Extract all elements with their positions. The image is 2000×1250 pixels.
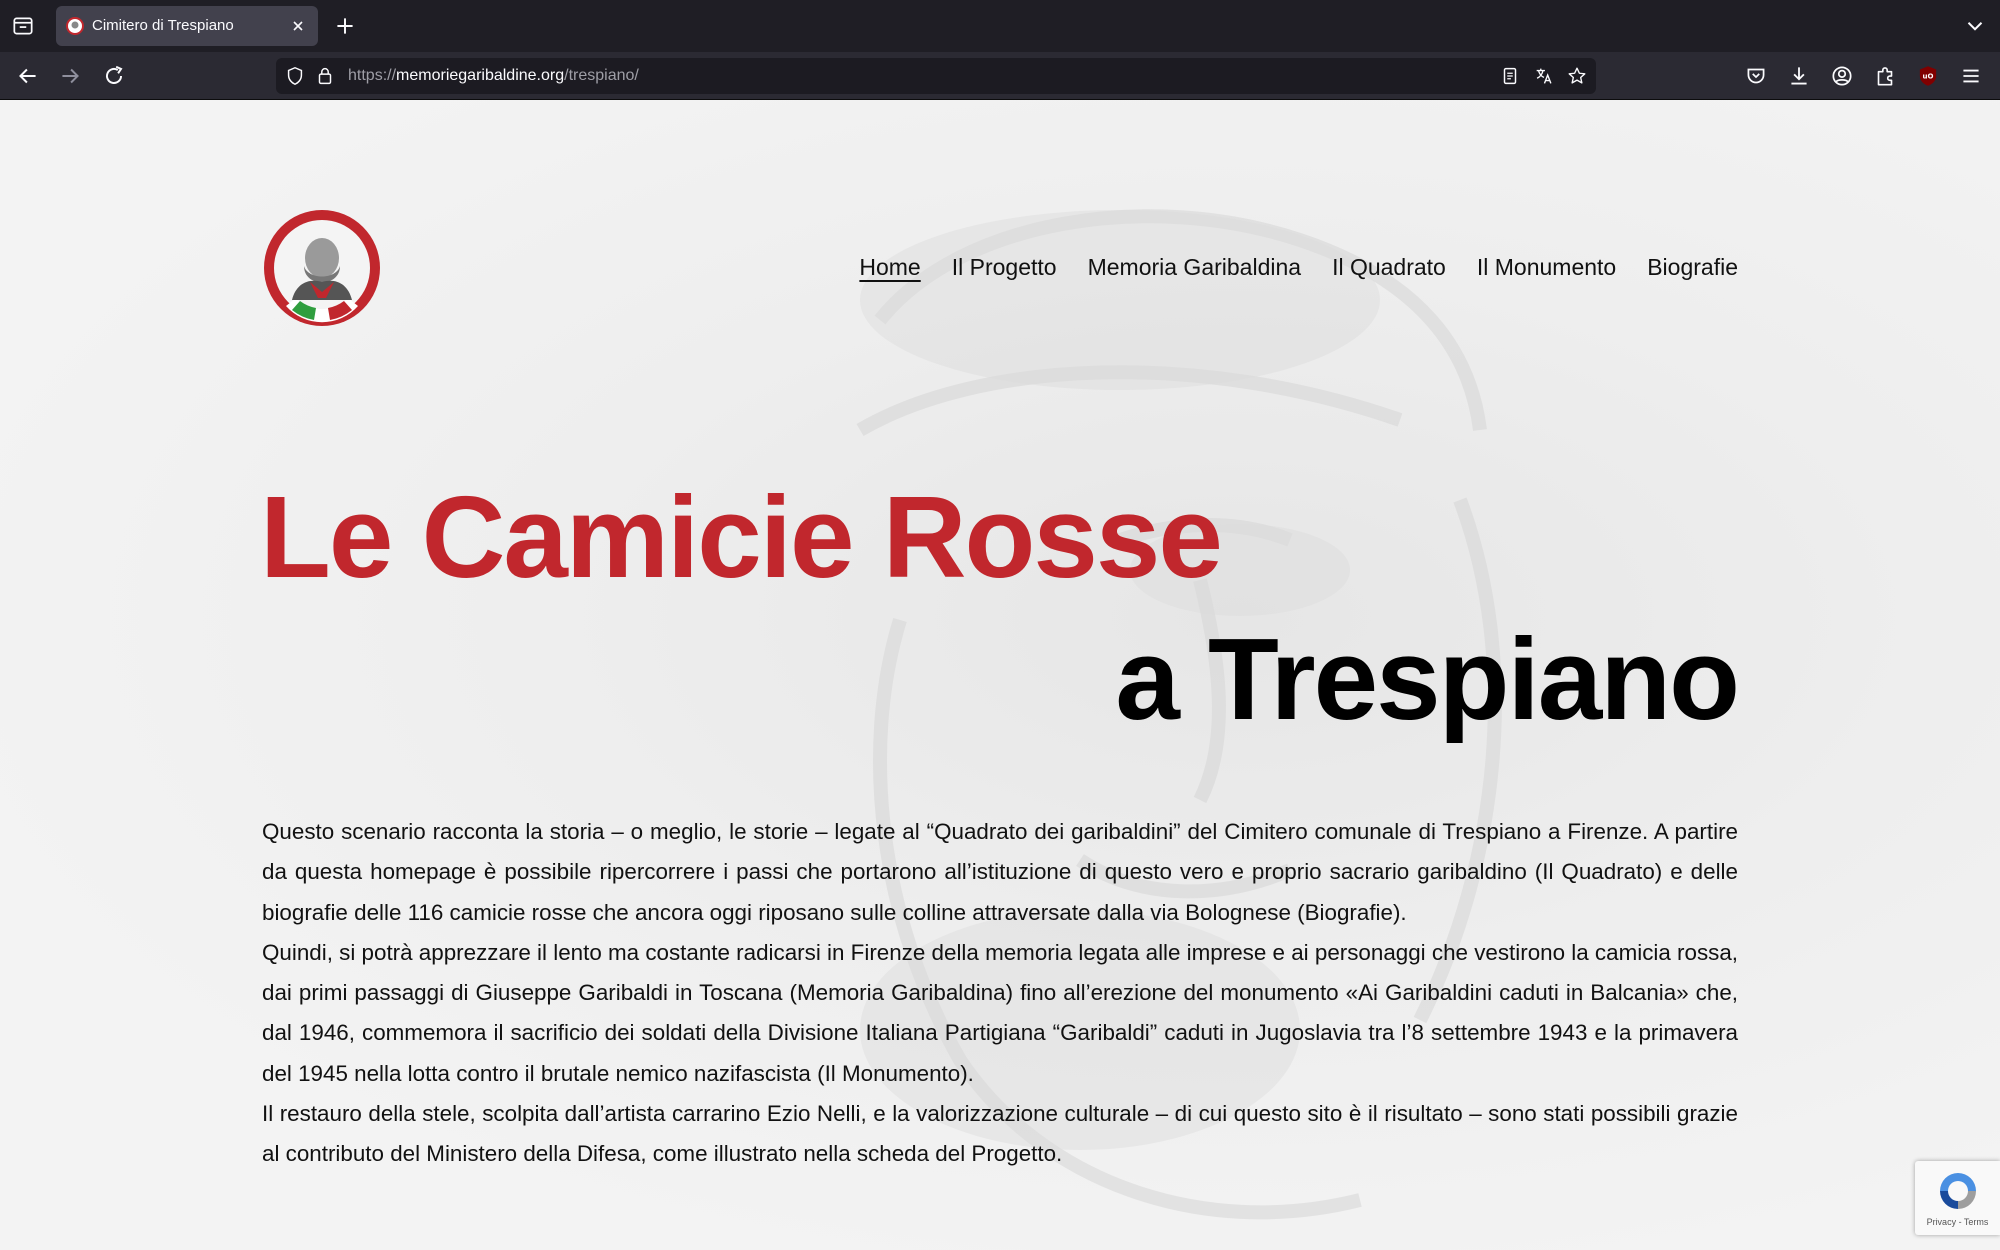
recaptcha-separator: - — [1956, 1217, 1964, 1227]
tab-title: Cimitero di Trespiano — [92, 17, 234, 34]
back-arrow-icon[interactable] — [15, 63, 41, 89]
svg-text:uO: uO — [1923, 72, 1934, 81]
browser-nav-bar: https://memoriegaribaldine.org/trespiano… — [0, 52, 2000, 100]
new-tab-plus-icon[interactable] — [332, 13, 358, 39]
nav-link-il-progetto[interactable]: Il Progetto — [952, 254, 1057, 281]
forward-arrow-icon[interactable] — [57, 63, 83, 89]
main-navigation: Home Il Progetto Memoria Garibaldina Il … — [859, 254, 1738, 281]
intro-text: Questo scenario racconta la storia – o m… — [262, 812, 1738, 1175]
translate-icon[interactable] — [1533, 65, 1555, 87]
reader-view-icon[interactable] — [1499, 65, 1521, 87]
browser-tab-active[interactable]: Cimitero di Trespiano — [56, 6, 318, 46]
url-host: memoriegaribaldine.org — [396, 67, 565, 84]
web-page: Home Il Progetto Memoria Garibaldina Il … — [0, 100, 2000, 1250]
hamburger-menu-icon[interactable] — [1958, 63, 1984, 89]
nav-link-biografie[interactable]: Biografie — [1647, 254, 1738, 281]
url-scheme: https:// — [348, 67, 397, 84]
recaptcha-terms-link[interactable]: Terms — [1964, 1217, 1989, 1227]
extensions-puzzle-icon[interactable] — [1872, 63, 1898, 89]
nav-link-memoria-garibaldina[interactable]: Memoria Garibaldina — [1088, 254, 1301, 281]
hero-title-line-2: a Trespiano — [1115, 614, 1740, 744]
lock-icon[interactable] — [314, 65, 336, 87]
downloads-icon[interactable] — [1786, 63, 1812, 89]
recaptcha-icon — [1936, 1169, 1980, 1213]
browser-tab-strip: Cimitero di Trespiano — [0, 0, 2000, 52]
recaptcha-privacy-link[interactable]: Privacy — [1927, 1217, 1957, 1227]
site-favicon-icon — [66, 17, 84, 35]
shield-icon[interactable] — [284, 65, 306, 87]
intro-paragraph: Quindi, si potrà apprezzare il lento ma … — [262, 939, 1739, 1086]
recaptcha-links: Privacy - Terms — [1915, 1217, 2000, 1227]
address-bar[interactable]: https://memoriegaribaldine.org/trespiano… — [276, 58, 1596, 94]
close-tab-icon[interactable] — [286, 14, 310, 38]
intro-paragraph: Questo scenario racconta la storia – o m… — [262, 819, 1738, 925]
hero-title-line-1: Le Camicie Rosse — [260, 472, 1223, 602]
ublock-origin-icon[interactable]: uO — [1915, 63, 1941, 89]
reload-icon[interactable] — [101, 63, 127, 89]
url-path: /trespiano/ — [564, 67, 639, 84]
site-logo[interactable] — [262, 208, 382, 328]
nav-link-home[interactable]: Home — [859, 254, 920, 281]
nav-link-il-monumento[interactable]: Il Monumento — [1477, 254, 1616, 281]
chevron-down-icon[interactable] — [1962, 13, 1988, 39]
firefox-view-icon[interactable] — [10, 13, 36, 39]
bookmark-star-icon[interactable] — [1566, 65, 1588, 87]
nav-link-il-quadrato[interactable]: Il Quadrato — [1332, 254, 1446, 281]
recaptcha-badge[interactable]: Privacy - Terms — [1915, 1161, 2000, 1235]
account-icon[interactable] — [1829, 63, 1855, 89]
intro-paragraph: Il restauro della stele, scolpita dall’a… — [262, 1101, 1738, 1167]
pocket-icon[interactable] — [1743, 63, 1769, 89]
url-text[interactable]: https://memoriegaribaldine.org/trespiano… — [348, 67, 639, 85]
